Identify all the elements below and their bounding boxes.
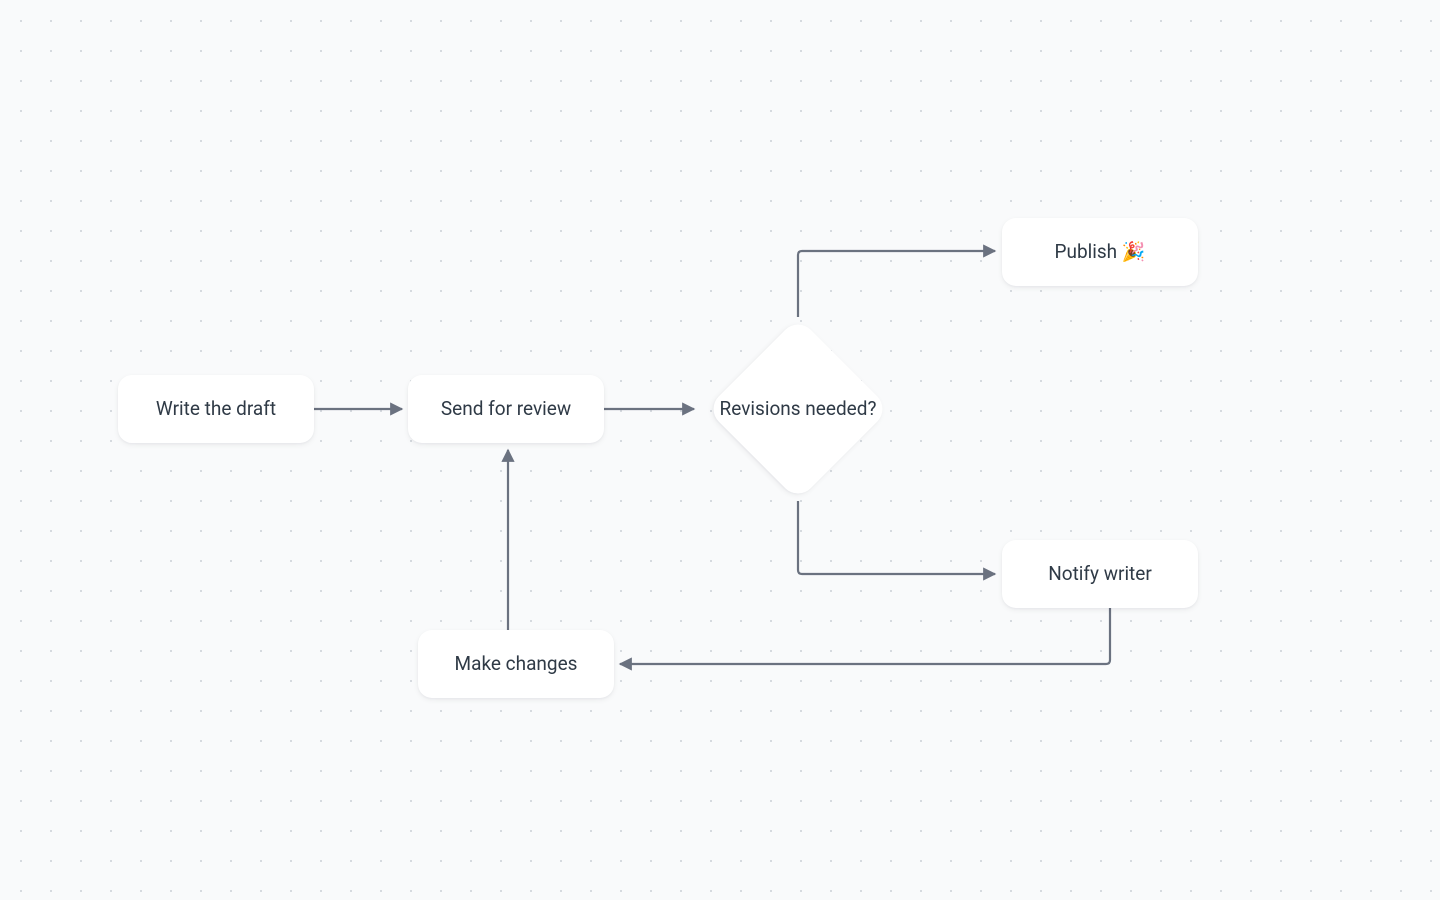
node-write-draft[interactable]: Write the draft (118, 375, 314, 443)
flowchart-canvas[interactable]: Write the draft Send for review Revision… (0, 0, 1440, 900)
node-label: Publish 🎉 (1054, 239, 1145, 265)
node-notify-writer[interactable]: Notify writer (1002, 540, 1198, 608)
node-label: Notify writer (1048, 561, 1152, 587)
edge-notify-to-changes (620, 607, 1110, 664)
node-label: Revisions needed? (703, 344, 893, 474)
node-label: Send for review (441, 396, 571, 422)
node-send-review[interactable]: Send for review (408, 375, 604, 443)
node-make-changes[interactable]: Make changes (418, 630, 614, 698)
edge-decision-to-notify (798, 501, 995, 574)
node-revisions-decision[interactable]: Revisions needed? (733, 344, 863, 474)
edge-decision-to-publish (798, 251, 995, 317)
node-label: Write the draft (156, 396, 276, 422)
node-publish[interactable]: Publish 🎉 (1002, 218, 1198, 286)
node-label: Make changes (455, 651, 578, 677)
